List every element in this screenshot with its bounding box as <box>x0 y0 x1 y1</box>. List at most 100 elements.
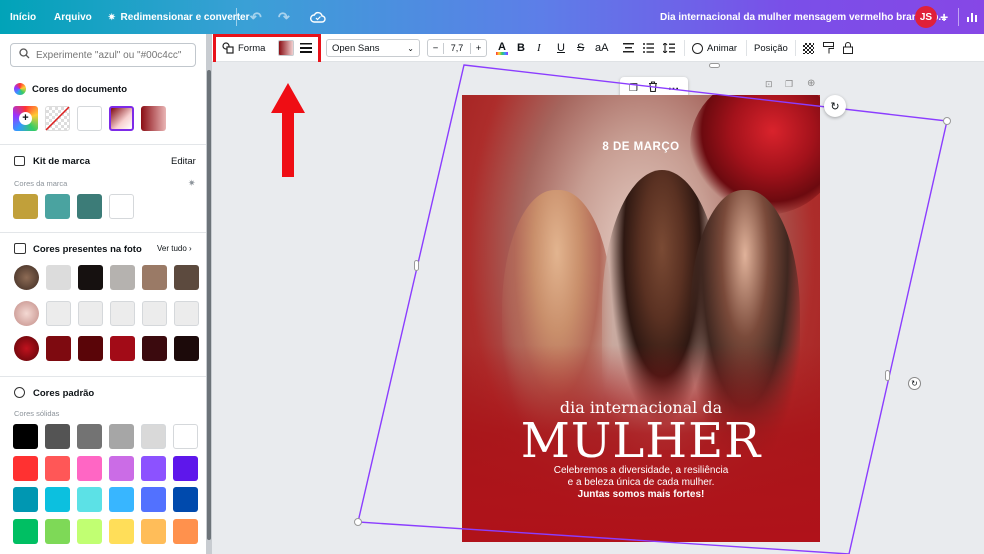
photo-color-swatch[interactable] <box>142 336 167 361</box>
rotate-icon[interactable]: ↻ <box>908 377 921 390</box>
home-menu[interactable]: Início <box>10 0 36 34</box>
position-button[interactable]: Posição <box>754 34 788 62</box>
side-handle[interactable] <box>709 63 720 68</box>
photo-color-swatch[interactable] <box>78 336 103 361</box>
align-button[interactable] <box>623 34 634 62</box>
default-color-swatch[interactable] <box>45 518 70 544</box>
brand-color-swatch[interactable] <box>109 194 134 219</box>
default-color-swatch[interactable] <box>45 487 70 512</box>
font-selector[interactable]: Open Sans ⌄ <box>326 39 420 57</box>
default-color-swatch[interactable] <box>13 424 38 449</box>
add-color-button[interactable]: + <box>13 106 38 131</box>
text-color-button[interactable]: A <box>496 34 508 62</box>
default-color-swatch[interactable] <box>109 518 134 544</box>
resize-button[interactable]: ✷ Redimensionar e converter <box>108 0 249 34</box>
bold-button[interactable]: B <box>517 34 525 62</box>
photo-thumbnail[interactable] <box>14 265 39 290</box>
resize-handle[interactable] <box>943 117 951 125</box>
default-color-swatch[interactable] <box>173 518 198 544</box>
default-color-swatch[interactable] <box>77 487 102 512</box>
photo-color-swatch[interactable] <box>174 301 199 326</box>
default-color-swatch[interactable] <box>77 518 102 544</box>
add-member-icon[interactable]: + <box>940 0 948 34</box>
default-color-swatch[interactable] <box>45 424 70 449</box>
font-size-input[interactable]: 7,7 <box>444 43 470 53</box>
default-color-swatch[interactable] <box>45 455 70 481</box>
default-color-swatch[interactable] <box>141 424 166 449</box>
transparent-swatch[interactable] <box>45 106 70 131</box>
lock-page-icon[interactable]: ⊡ <box>765 79 773 90</box>
cloud-save-icon[interactable] <box>310 0 326 34</box>
spacing-button[interactable] <box>663 34 675 62</box>
photo-thumbnail[interactable] <box>14 301 39 326</box>
rotate-handle[interactable]: ↻ <box>824 95 846 117</box>
photo-color-swatch[interactable] <box>174 336 199 361</box>
side-handle[interactable] <box>885 370 890 381</box>
photo-color-swatch[interactable] <box>174 265 199 290</box>
photo-color-swatch[interactable] <box>46 301 71 326</box>
italic-button[interactable]: I <box>537 34 541 62</box>
search-input[interactable] <box>36 49 186 61</box>
photo-color-swatch[interactable] <box>46 336 71 361</box>
photo-color-swatch[interactable] <box>110 301 135 326</box>
design-canvas[interactable]: ❐ ⋯ ⊡ ❐ ⊕ 8 DE MARÇO dia internacional d… <box>212 62 984 554</box>
lock-icon[interactable] <box>843 34 853 62</box>
see-all-link[interactable]: Ver tudo › <box>157 244 192 253</box>
file-menu[interactable]: Arquivo <box>54 0 92 34</box>
add-page-icon[interactable]: ⊕ <box>807 78 815 89</box>
side-handle[interactable] <box>414 260 419 271</box>
undo-icon[interactable]: ↶ <box>250 0 262 34</box>
poster-body[interactable]: Celebremos a diversidade, a resiliência … <box>462 465 820 501</box>
default-color-swatch[interactable] <box>109 487 134 512</box>
default-color-swatch[interactable] <box>109 455 134 481</box>
brand-color-swatch[interactable] <box>13 194 38 219</box>
duplicate-page-icon[interactable]: ❐ <box>785 79 793 90</box>
default-color-swatch[interactable] <box>13 518 38 544</box>
decrease-size-button[interactable]: − <box>428 42 444 54</box>
default-color-swatch[interactable] <box>173 455 198 481</box>
user-avatar[interactable]: JS <box>915 6 937 28</box>
poster-title[interactable]: MULHER <box>462 413 820 469</box>
default-color-swatch[interactable] <box>141 487 166 512</box>
list-button[interactable] <box>643 34 654 62</box>
rose-thumbnail[interactable] <box>14 336 39 361</box>
strikethrough-button[interactable]: S <box>577 34 584 62</box>
photo-color-swatch[interactable] <box>142 265 167 290</box>
default-color-swatch[interactable] <box>77 424 102 449</box>
insights-icon[interactable] <box>966 0 978 34</box>
photo-color-swatch[interactable] <box>78 301 103 326</box>
photo-color-swatch[interactable] <box>142 301 167 326</box>
default-color-swatch[interactable] <box>109 424 134 449</box>
default-color-swatch[interactable] <box>141 518 166 544</box>
underline-button[interactable]: U <box>557 34 565 62</box>
transparency-button[interactable] <box>803 34 814 62</box>
default-color-swatch[interactable] <box>77 455 102 481</box>
resize-handle[interactable] <box>354 518 362 526</box>
brand-color-swatch[interactable] <box>77 194 102 219</box>
brand-color-swatch[interactable] <box>45 194 70 219</box>
copy-style-icon[interactable] <box>823 34 834 62</box>
increase-size-button[interactable]: + <box>470 42 486 54</box>
gradient-swatch-selected[interactable] <box>109 106 134 131</box>
photo-color-swatch[interactable] <box>110 336 135 361</box>
default-color-swatch[interactable] <box>13 487 38 512</box>
case-button[interactable]: aA <box>595 34 608 62</box>
default-color-swatch[interactable] <box>13 455 38 481</box>
more-options-icon[interactable]: ⋯ <box>668 82 679 95</box>
default-color-swatch[interactable] <box>173 424 198 449</box>
gradient-swatch[interactable] <box>141 106 166 131</box>
poster-design[interactable]: 8 DE MARÇO dia internacional da MULHER C… <box>462 95 820 542</box>
photo-color-swatch[interactable] <box>110 265 135 290</box>
animate-button[interactable]: Animar <box>692 34 737 62</box>
photo-color-swatch[interactable] <box>46 265 71 290</box>
panel-scrollbar[interactable] <box>207 70 211 540</box>
document-title[interactable]: Dia internacional da mulher mensagem ver… <box>660 0 947 34</box>
duplicate-icon[interactable]: ❐ <box>629 83 638 94</box>
poster-date[interactable]: 8 DE MARÇO <box>462 141 820 153</box>
color-search[interactable] <box>10 43 196 67</box>
default-color-swatch[interactable] <box>173 487 198 512</box>
default-color-swatch[interactable] <box>141 455 166 481</box>
brand-settings-icon[interactable]: ✷ <box>188 178 196 189</box>
photo-color-swatch[interactable] <box>78 265 103 290</box>
brand-edit-link[interactable]: Editar <box>171 156 196 167</box>
